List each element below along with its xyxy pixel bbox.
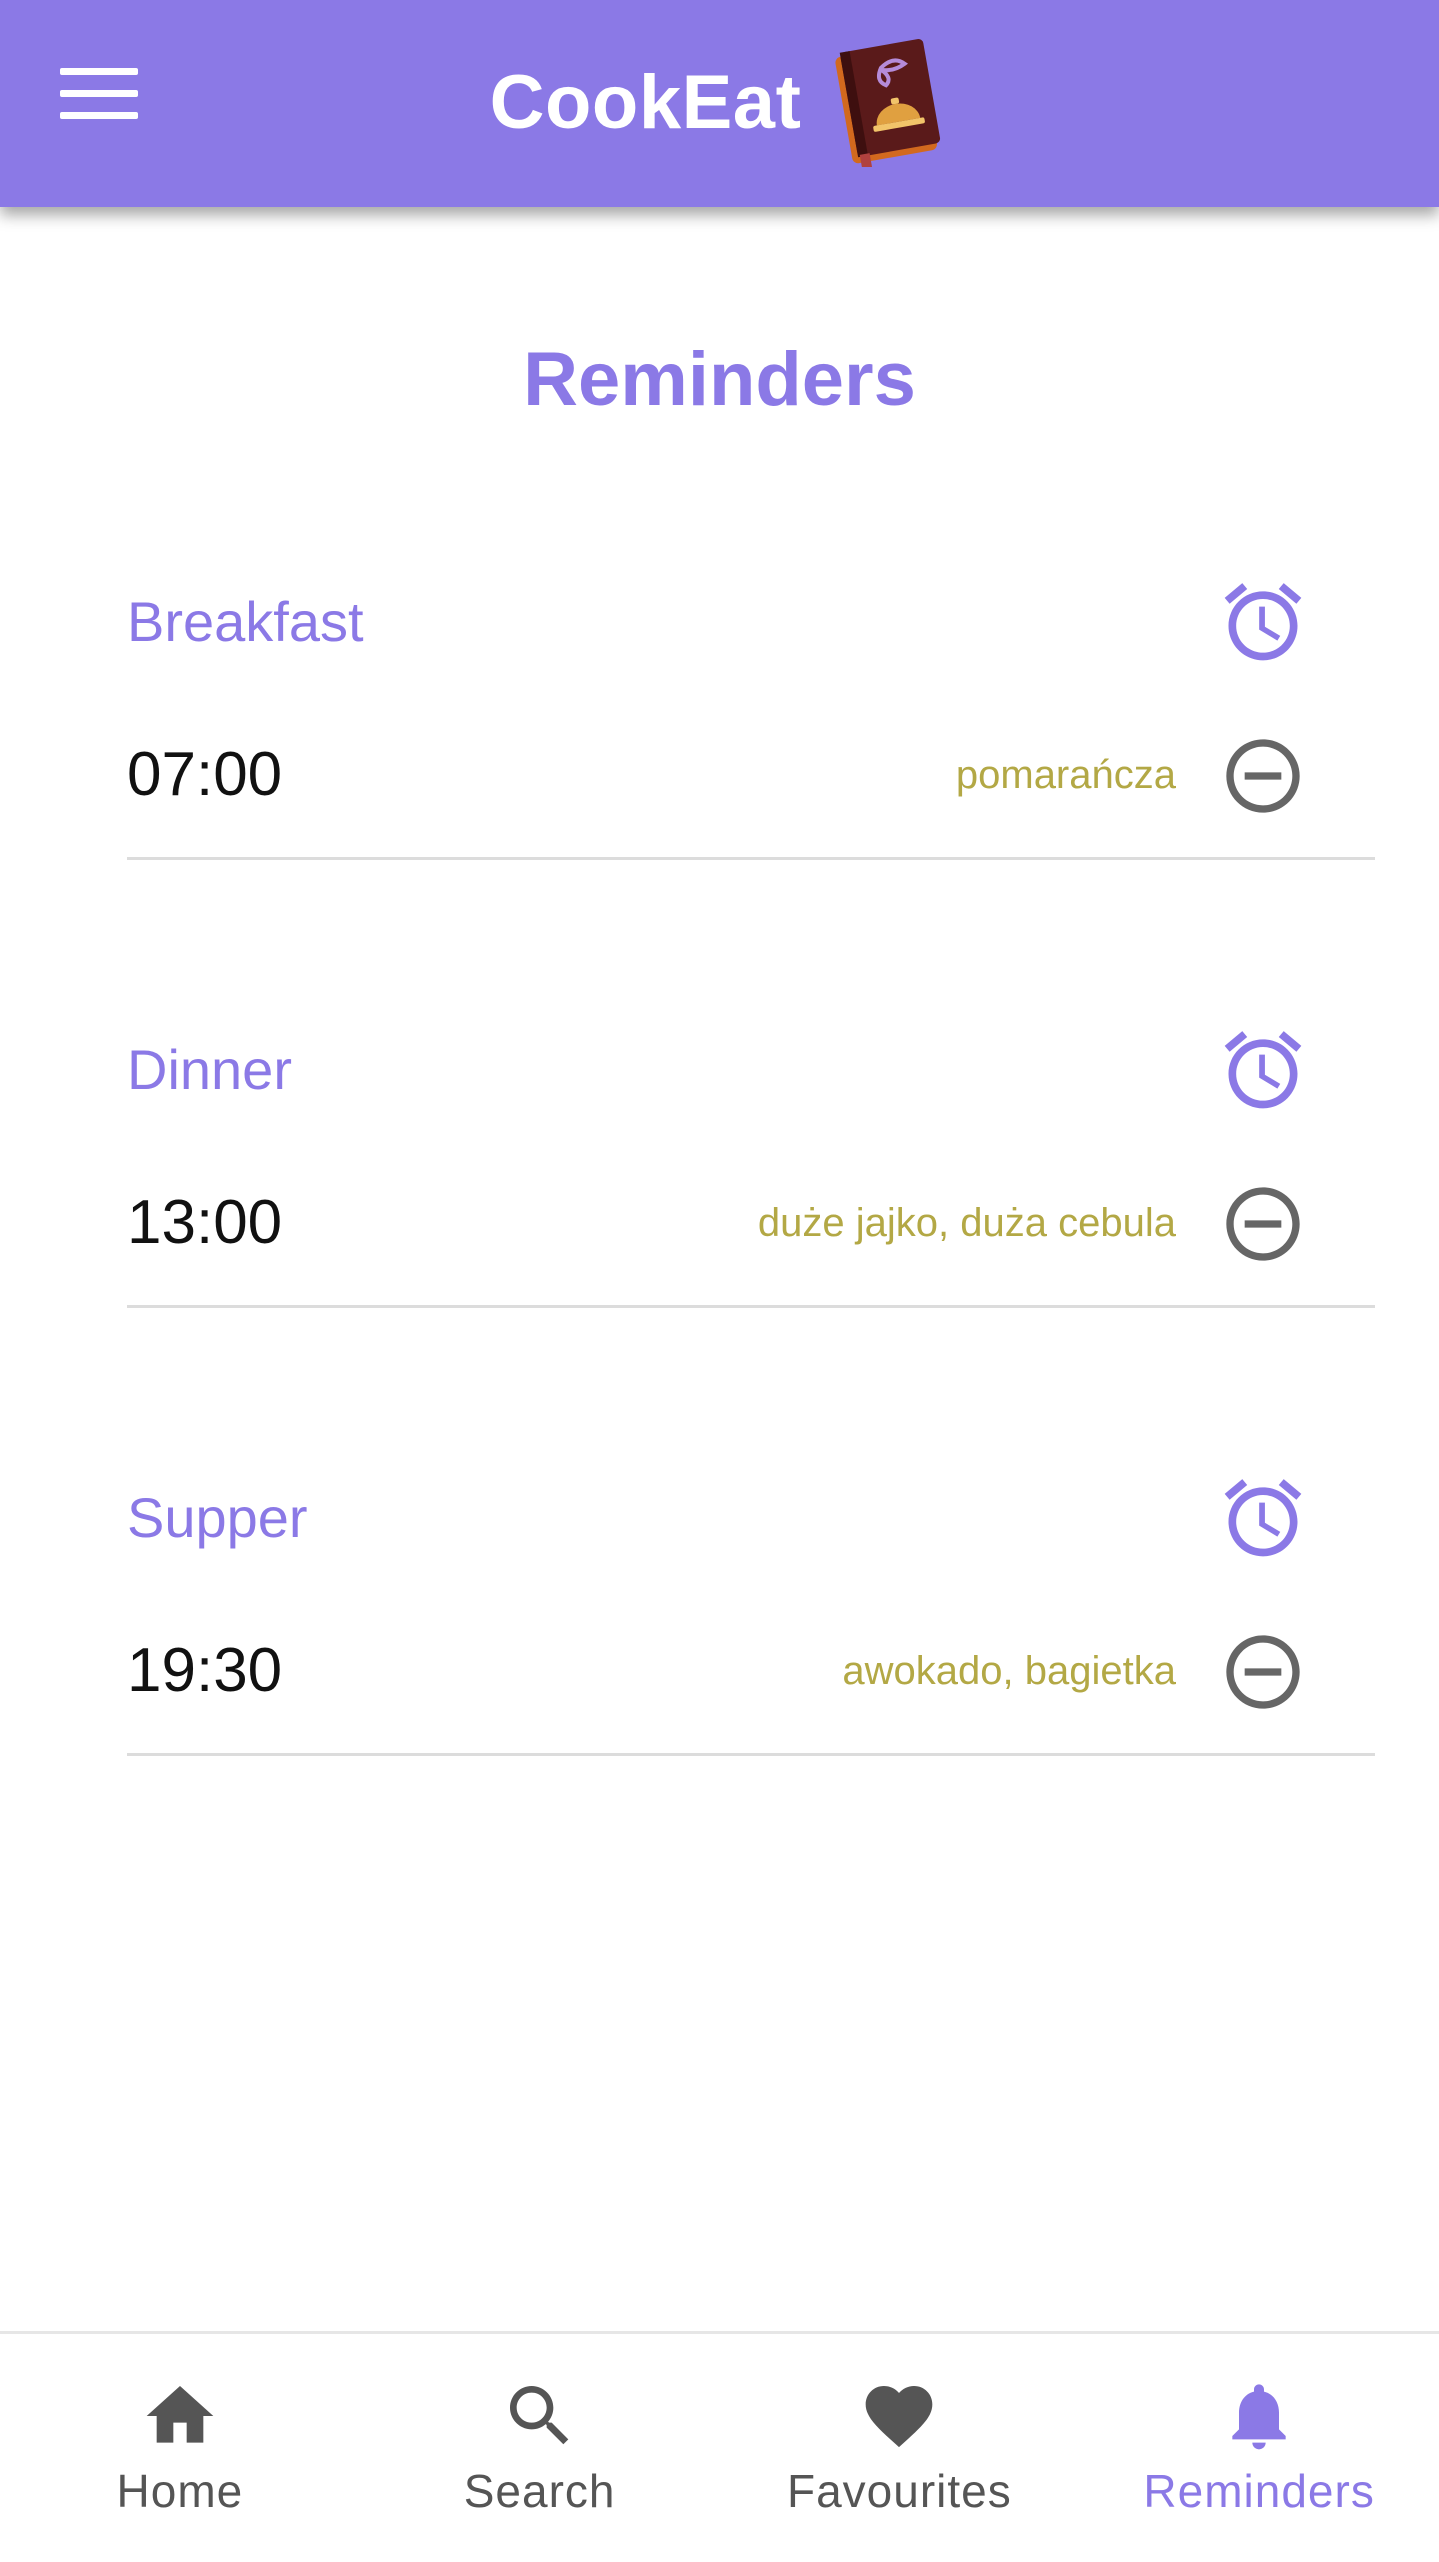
nav-item-search[interactable]: Search <box>360 2334 720 2562</box>
reminder-section-dinner: Dinner 13:00 duże jajko, duża cebula <box>127 1030 1375 1430</box>
app-brand: CookEat <box>0 39 1439 167</box>
divider <box>127 857 1375 860</box>
remove-circle-icon[interactable] <box>1219 1628 1307 1716</box>
meal-label: Dinner <box>127 1038 292 1101</box>
heart-icon <box>866 2386 933 2448</box>
app-title: CookEat <box>489 59 802 145</box>
alarm-clock-icon[interactable] <box>1217 1024 1309 1116</box>
nav-label: Search <box>463 2465 616 2517</box>
alarm-clock-icon[interactable] <box>1217 1472 1309 1564</box>
meal-label: Supper <box>127 1486 308 1549</box>
remove-circle-icon[interactable] <box>1219 1180 1307 1268</box>
reminder-time: 07:00 <box>127 740 283 809</box>
bottom-navigation: Home Search Favourites Reminders <box>0 2331 1439 2562</box>
divider <box>127 1305 1375 1308</box>
nav-item-reminders[interactable]: Reminders <box>1079 2334 1439 2562</box>
reminder-time: 19:30 <box>127 1636 283 1705</box>
app-bar: CookEat <box>0 0 1439 207</box>
meal-label: Breakfast <box>127 590 364 653</box>
nav-label: Home <box>116 2465 244 2517</box>
reminder-products: awokado, bagietka <box>842 1649 1176 1693</box>
reminder-products: duże jajko, duża cebula <box>757 1201 1176 1245</box>
recipe-book-icon <box>835 39 941 167</box>
nav-label: Reminders <box>1143 2465 1375 2517</box>
nav-item-home[interactable]: Home <box>0 2334 360 2562</box>
nav-item-favourites[interactable]: Favourites <box>720 2334 1080 2562</box>
reminder-time: 13:00 <box>127 1188 283 1257</box>
reminder-products: pomarańcza <box>955 753 1176 797</box>
nav-label: Favourites <box>787 2465 1012 2517</box>
alarm-clock-icon[interactable] <box>1217 576 1309 668</box>
search-icon <box>509 2386 568 2445</box>
remove-circle-icon[interactable] <box>1219 732 1307 820</box>
home-icon <box>146 2386 214 2443</box>
bell-icon <box>1232 2384 1286 2450</box>
divider <box>127 1753 1375 1756</box>
page-title: Reminders <box>523 337 916 422</box>
reminder-section-supper: Supper 19:30 awokado, bagietka <box>127 1478 1375 1878</box>
reminder-section-breakfast: Breakfast 07:00 pomarańcza <box>127 582 1375 982</box>
